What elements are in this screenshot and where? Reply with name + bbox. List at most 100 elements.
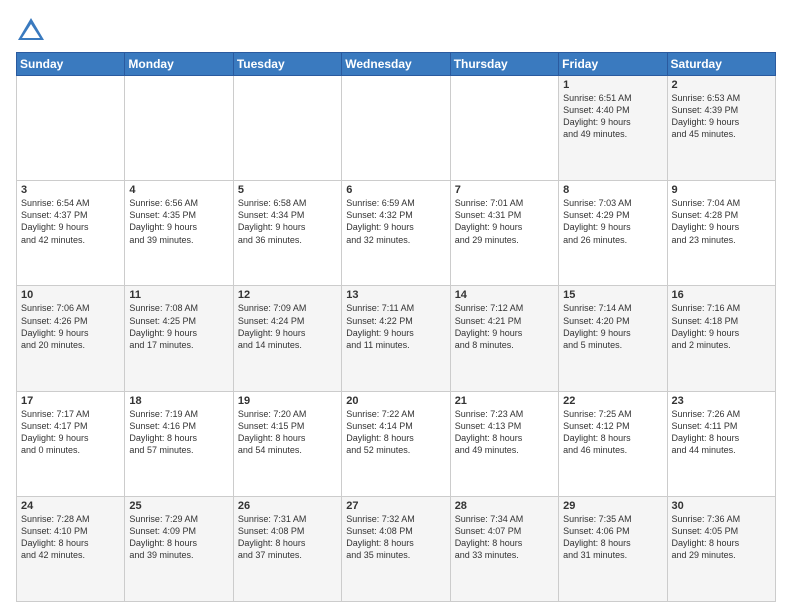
calendar-cell-w2d3: 13Sunrise: 7:11 AM Sunset: 4:22 PM Dayli… bbox=[342, 286, 450, 391]
day-detail: Sunrise: 7:17 AM Sunset: 4:17 PM Dayligh… bbox=[21, 408, 120, 457]
day-number: 11 bbox=[129, 289, 228, 301]
day-detail: Sunrise: 7:23 AM Sunset: 4:13 PM Dayligh… bbox=[455, 408, 554, 457]
day-detail: Sunrise: 7:06 AM Sunset: 4:26 PM Dayligh… bbox=[21, 302, 120, 351]
day-number: 30 bbox=[672, 500, 771, 512]
day-detail: Sunrise: 7:22 AM Sunset: 4:14 PM Dayligh… bbox=[346, 408, 445, 457]
calendar-cell-w4d5: 29Sunrise: 7:35 AM Sunset: 4:06 PM Dayli… bbox=[559, 496, 667, 601]
day-number: 16 bbox=[672, 289, 771, 301]
day-detail: Sunrise: 7:35 AM Sunset: 4:06 PM Dayligh… bbox=[563, 513, 662, 562]
day-detail: Sunrise: 6:59 AM Sunset: 4:32 PM Dayligh… bbox=[346, 197, 445, 246]
day-detail: Sunrise: 7:01 AM Sunset: 4:31 PM Dayligh… bbox=[455, 197, 554, 246]
logo-icon bbox=[16, 16, 46, 46]
week-row-1: 3Sunrise: 6:54 AM Sunset: 4:37 PM Daylig… bbox=[17, 181, 776, 286]
day-number: 9 bbox=[672, 184, 771, 196]
day-detail: Sunrise: 7:19 AM Sunset: 4:16 PM Dayligh… bbox=[129, 408, 228, 457]
day-detail: Sunrise: 6:56 AM Sunset: 4:35 PM Dayligh… bbox=[129, 197, 228, 246]
day-number: 21 bbox=[455, 395, 554, 407]
calendar-cell-w1d5: 8Sunrise: 7:03 AM Sunset: 4:29 PM Daylig… bbox=[559, 181, 667, 286]
calendar-cell-w2d4: 14Sunrise: 7:12 AM Sunset: 4:21 PM Dayli… bbox=[450, 286, 558, 391]
day-number: 26 bbox=[238, 500, 337, 512]
calendar-cell-w3d4: 21Sunrise: 7:23 AM Sunset: 4:13 PM Dayli… bbox=[450, 391, 558, 496]
calendar-cell-w3d0: 17Sunrise: 7:17 AM Sunset: 4:17 PM Dayli… bbox=[17, 391, 125, 496]
day-number: 25 bbox=[129, 500, 228, 512]
day-detail: Sunrise: 7:14 AM Sunset: 4:20 PM Dayligh… bbox=[563, 302, 662, 351]
calendar-cell-w2d5: 15Sunrise: 7:14 AM Sunset: 4:20 PM Dayli… bbox=[559, 286, 667, 391]
day-number: 20 bbox=[346, 395, 445, 407]
calendar-cell-w0d4 bbox=[450, 76, 558, 181]
calendar-cell-w0d0 bbox=[17, 76, 125, 181]
day-number: 6 bbox=[346, 184, 445, 196]
calendar-cell-w0d6: 2Sunrise: 6:53 AM Sunset: 4:39 PM Daylig… bbox=[667, 76, 775, 181]
calendar-cell-w4d3: 27Sunrise: 7:32 AM Sunset: 4:08 PM Dayli… bbox=[342, 496, 450, 601]
day-number: 10 bbox=[21, 289, 120, 301]
weekday-header-row: SundayMondayTuesdayWednesdayThursdayFrid… bbox=[17, 53, 776, 76]
day-detail: Sunrise: 7:12 AM Sunset: 4:21 PM Dayligh… bbox=[455, 302, 554, 351]
day-number: 13 bbox=[346, 289, 445, 301]
weekday-header-sunday: Sunday bbox=[17, 53, 125, 76]
calendar-cell-w4d6: 30Sunrise: 7:36 AM Sunset: 4:05 PM Dayli… bbox=[667, 496, 775, 601]
calendar-cell-w3d6: 23Sunrise: 7:26 AM Sunset: 4:11 PM Dayli… bbox=[667, 391, 775, 496]
day-detail: Sunrise: 7:03 AM Sunset: 4:29 PM Dayligh… bbox=[563, 197, 662, 246]
calendar-cell-w1d2: 5Sunrise: 6:58 AM Sunset: 4:34 PM Daylig… bbox=[233, 181, 341, 286]
calendar-cell-w3d3: 20Sunrise: 7:22 AM Sunset: 4:14 PM Dayli… bbox=[342, 391, 450, 496]
day-number: 27 bbox=[346, 500, 445, 512]
calendar-cell-w0d2 bbox=[233, 76, 341, 181]
day-number: 4 bbox=[129, 184, 228, 196]
day-number: 15 bbox=[563, 289, 662, 301]
day-detail: Sunrise: 6:58 AM Sunset: 4:34 PM Dayligh… bbox=[238, 197, 337, 246]
day-detail: Sunrise: 7:34 AM Sunset: 4:07 PM Dayligh… bbox=[455, 513, 554, 562]
week-row-3: 17Sunrise: 7:17 AM Sunset: 4:17 PM Dayli… bbox=[17, 391, 776, 496]
calendar-cell-w3d5: 22Sunrise: 7:25 AM Sunset: 4:12 PM Dayli… bbox=[559, 391, 667, 496]
calendar-cell-w4d1: 25Sunrise: 7:29 AM Sunset: 4:09 PM Dayli… bbox=[125, 496, 233, 601]
calendar-cell-w2d6: 16Sunrise: 7:16 AM Sunset: 4:18 PM Dayli… bbox=[667, 286, 775, 391]
day-detail: Sunrise: 6:54 AM Sunset: 4:37 PM Dayligh… bbox=[21, 197, 120, 246]
day-detail: Sunrise: 7:25 AM Sunset: 4:12 PM Dayligh… bbox=[563, 408, 662, 457]
weekday-header-saturday: Saturday bbox=[667, 53, 775, 76]
day-number: 19 bbox=[238, 395, 337, 407]
day-number: 5 bbox=[238, 184, 337, 196]
day-number: 14 bbox=[455, 289, 554, 301]
header bbox=[16, 12, 776, 46]
calendar-cell-w1d4: 7Sunrise: 7:01 AM Sunset: 4:31 PM Daylig… bbox=[450, 181, 558, 286]
calendar-cell-w1d1: 4Sunrise: 6:56 AM Sunset: 4:35 PM Daylig… bbox=[125, 181, 233, 286]
weekday-header-tuesday: Tuesday bbox=[233, 53, 341, 76]
calendar-cell-w0d3 bbox=[342, 76, 450, 181]
calendar-cell-w3d2: 19Sunrise: 7:20 AM Sunset: 4:15 PM Dayli… bbox=[233, 391, 341, 496]
week-row-0: 1Sunrise: 6:51 AM Sunset: 4:40 PM Daylig… bbox=[17, 76, 776, 181]
calendar-cell-w2d0: 10Sunrise: 7:06 AM Sunset: 4:26 PM Dayli… bbox=[17, 286, 125, 391]
day-detail: Sunrise: 7:31 AM Sunset: 4:08 PM Dayligh… bbox=[238, 513, 337, 562]
day-detail: Sunrise: 7:28 AM Sunset: 4:10 PM Dayligh… bbox=[21, 513, 120, 562]
day-detail: Sunrise: 7:08 AM Sunset: 4:25 PM Dayligh… bbox=[129, 302, 228, 351]
day-number: 23 bbox=[672, 395, 771, 407]
day-detail: Sunrise: 7:16 AM Sunset: 4:18 PM Dayligh… bbox=[672, 302, 771, 351]
weekday-header-thursday: Thursday bbox=[450, 53, 558, 76]
week-row-4: 24Sunrise: 7:28 AM Sunset: 4:10 PM Dayli… bbox=[17, 496, 776, 601]
day-number: 22 bbox=[563, 395, 662, 407]
calendar-cell-w1d0: 3Sunrise: 6:54 AM Sunset: 4:37 PM Daylig… bbox=[17, 181, 125, 286]
calendar-cell-w4d2: 26Sunrise: 7:31 AM Sunset: 4:08 PM Dayli… bbox=[233, 496, 341, 601]
day-detail: Sunrise: 7:09 AM Sunset: 4:24 PM Dayligh… bbox=[238, 302, 337, 351]
day-detail: Sunrise: 7:11 AM Sunset: 4:22 PM Dayligh… bbox=[346, 302, 445, 351]
day-detail: Sunrise: 7:04 AM Sunset: 4:28 PM Dayligh… bbox=[672, 197, 771, 246]
calendar-cell-w1d3: 6Sunrise: 6:59 AM Sunset: 4:32 PM Daylig… bbox=[342, 181, 450, 286]
day-number: 7 bbox=[455, 184, 554, 196]
day-number: 1 bbox=[563, 79, 662, 91]
day-detail: Sunrise: 6:53 AM Sunset: 4:39 PM Dayligh… bbox=[672, 92, 771, 141]
day-detail: Sunrise: 6:51 AM Sunset: 4:40 PM Dayligh… bbox=[563, 92, 662, 141]
week-row-2: 10Sunrise: 7:06 AM Sunset: 4:26 PM Dayli… bbox=[17, 286, 776, 391]
logo bbox=[16, 16, 50, 46]
calendar-cell-w0d5: 1Sunrise: 6:51 AM Sunset: 4:40 PM Daylig… bbox=[559, 76, 667, 181]
day-number: 29 bbox=[563, 500, 662, 512]
day-number: 17 bbox=[21, 395, 120, 407]
weekday-header-monday: Monday bbox=[125, 53, 233, 76]
day-detail: Sunrise: 7:36 AM Sunset: 4:05 PM Dayligh… bbox=[672, 513, 771, 562]
day-detail: Sunrise: 7:20 AM Sunset: 4:15 PM Dayligh… bbox=[238, 408, 337, 457]
calendar-cell-w0d1 bbox=[125, 76, 233, 181]
calendar-cell-w4d4: 28Sunrise: 7:34 AM Sunset: 4:07 PM Dayli… bbox=[450, 496, 558, 601]
calendar-cell-w3d1: 18Sunrise: 7:19 AM Sunset: 4:16 PM Dayli… bbox=[125, 391, 233, 496]
page: SundayMondayTuesdayWednesdayThursdayFrid… bbox=[0, 0, 792, 612]
calendar-cell-w2d2: 12Sunrise: 7:09 AM Sunset: 4:24 PM Dayli… bbox=[233, 286, 341, 391]
calendar-table: SundayMondayTuesdayWednesdayThursdayFrid… bbox=[16, 52, 776, 602]
day-number: 8 bbox=[563, 184, 662, 196]
day-number: 2 bbox=[672, 79, 771, 91]
